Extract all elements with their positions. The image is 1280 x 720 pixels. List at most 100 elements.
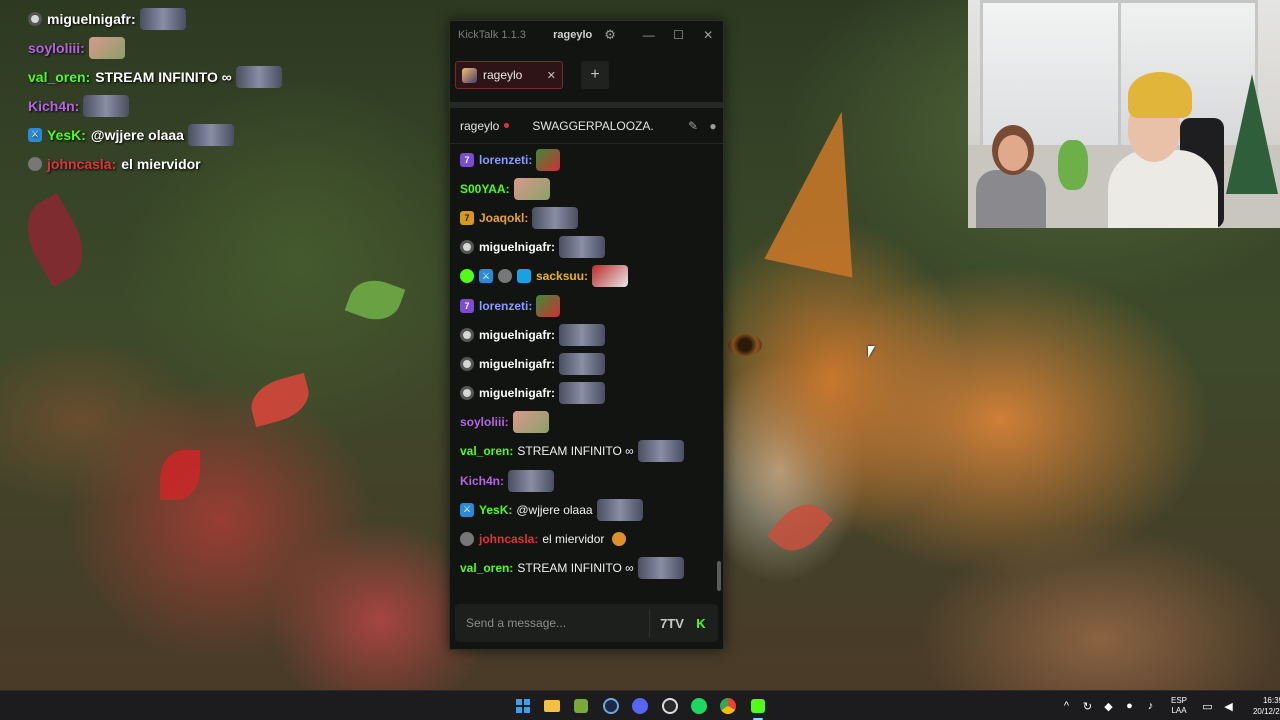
emote-image [508, 469, 555, 492]
plus-icon: + [590, 66, 600, 83]
chat-message[interactable]: 7 lorenzeti: [450, 291, 718, 320]
chat-message[interactable]: val_oren: STREAM INFINITO ∞ [450, 437, 718, 466]
chat-username[interactable]: miguelnigafr: [479, 328, 555, 342]
clock-time: 16:39 [1262, 696, 1280, 705]
user-icon[interactable]: ● [703, 119, 723, 133]
overlay-chat-username: soyloliii: [28, 39, 85, 56]
chat-message[interactable]: S00YAA: [450, 174, 718, 203]
channel-name[interactable]: rageylo [460, 119, 499, 133]
taskbar-discord-button[interactable] [626, 694, 655, 718]
chat-username[interactable]: sacksuu: [536, 269, 588, 283]
chat-username[interactable]: val_oren: [460, 561, 513, 575]
chat-message[interactable]: miguelnigafr: [450, 349, 718, 378]
emote-image [559, 323, 606, 346]
emote-image [536, 294, 561, 317]
taskbar-steam-button[interactable] [596, 694, 625, 718]
microphone-icon[interactable]: ♪ [1140, 700, 1161, 712]
chat-message[interactable]: 7 lorenzeti: [450, 145, 718, 174]
chat-message-list[interactable]: 7 lorenzeti: S00YAA: 7 Joaqokl: miguelnigafr:… [450, 145, 718, 611]
chat-message[interactable]: miguelnigafr: [450, 320, 718, 349]
chat-message[interactable]: ⚔ YesK: @wjjere olaaa [450, 495, 718, 524]
kick-icon [750, 699, 765, 713]
language-indicator[interactable]: ESP LAA [1165, 696, 1193, 716]
taskbar-start-button[interactable] [508, 694, 537, 718]
leaf-shape [160, 450, 200, 500]
grey-badge-icon [460, 532, 474, 547]
chat-message[interactable]: val_oren: STREAM INFINITO ∞ [450, 554, 718, 583]
folder-icon [544, 700, 561, 712]
webcam-person-shape [976, 170, 1046, 228]
emote-image [637, 557, 684, 580]
minimize-icon[interactable]: — [634, 28, 664, 42]
webcam-person-shape [1128, 72, 1192, 118]
channel-avatar [462, 67, 477, 83]
sync-icon[interactable]: ↻ [1077, 700, 1098, 713]
logged-in-username[interactable]: rageylo [553, 29, 592, 41]
stream-overlay-chat: miguelnigafr: soyloliii: val_oren: STREAM I… [28, 4, 348, 178]
chevron-up-icon[interactable]: ^ [1056, 700, 1077, 712]
chat-username[interactable]: miguelnigafr: [479, 240, 555, 254]
overlay-chat-text: STREAM INFINITO ∞ [95, 68, 232, 85]
taskbar-chrome-button[interactable] [714, 694, 743, 718]
chat-scrollbar[interactable] [717, 561, 721, 591]
chat-text: @wjjere olaaa [516, 502, 593, 517]
taskbar-spotify-button[interactable] [684, 694, 713, 718]
settings-gear-icon[interactable]: ⚙ [604, 27, 616, 43]
overlay-chat-line: miguelnigafr: [28, 4, 348, 33]
volume-icon[interactable]: ◀ [1218, 700, 1239, 713]
webcam-person-shape [998, 135, 1028, 171]
app-tray-icon[interactable]: ● [1119, 700, 1140, 712]
pin-icon[interactable]: ✎ [683, 119, 703, 133]
chat-username[interactable]: johncasla: [479, 532, 538, 546]
message-input[interactable] [466, 616, 649, 630]
chat-message[interactable]: Kich4n: [450, 466, 718, 495]
chatroom-tabs: rageylo ✕ + [450, 48, 723, 102]
chat-message[interactable]: 7 Joaqokl: [450, 203, 718, 232]
chat-username[interactable]: soyloliii: [460, 415, 509, 429]
taskbar-file-explorer-button[interactable] [537, 694, 566, 718]
shield-icon[interactable]: ◆ [1098, 700, 1119, 713]
clock[interactable]: 16:39 20/12/2025 [1243, 695, 1280, 717]
emote-image [612, 532, 627, 547]
close-icon[interactable]: ✕ [693, 28, 723, 42]
overlay-chat-username: val_oren: [28, 68, 91, 85]
overlay-chat-username: Kich4n: [28, 97, 80, 114]
obs-icon [661, 698, 678, 714]
chat-message[interactable]: miguelnigafr: [450, 379, 718, 408]
chat-message[interactable]: ⚔ sacksuu: [450, 262, 718, 291]
language-top: ESP [1170, 696, 1187, 705]
taskbar-kick-button[interactable] [743, 694, 772, 720]
add-chatroom-button[interactable]: + [581, 61, 609, 89]
chat-username[interactable]: val_oren: [460, 444, 513, 458]
overlay-chat-line: soyloliii: [28, 33, 348, 62]
tab-close-icon[interactable]: ✕ [547, 69, 556, 82]
taskbar-app-2-button[interactable] [567, 694, 596, 718]
tab-label: rageylo [483, 68, 523, 82]
mod-badge-icon: ⚔ [28, 127, 42, 142]
chat-username[interactable]: YesK: [479, 503, 512, 517]
chat-username[interactable]: lorenzeti: [479, 299, 532, 313]
emote-image [88, 36, 125, 59]
chat-message[interactable]: miguelnigafr: [450, 233, 718, 262]
network-icon[interactable]: ▭ [1197, 700, 1218, 713]
chat-username[interactable]: Joaqokl: [479, 211, 528, 225]
chat-message[interactable]: soyloliii: [450, 408, 718, 437]
fox-ear-shape [764, 102, 886, 278]
emote-image [592, 265, 629, 288]
taskbar-obs-button[interactable] [655, 694, 684, 718]
mod-badge-icon: ⚔ [460, 502, 474, 517]
maximize-icon[interactable]: ☐ [664, 28, 694, 42]
kicktalk-titlebar[interactable]: KickTalk 1.1.3 rageylo ⚙ — ☐ ✕ [450, 21, 723, 48]
system-tray: ^ ↻ ◆ ● ♪ ESP LAA ▭ ◀ 16:39 20/12/2025 ▪ [1056, 691, 1280, 720]
chat-username[interactable]: miguelnigafr: [479, 357, 555, 371]
chat-username[interactable]: S00YAA: [460, 182, 510, 196]
kick-emote-button[interactable]: K [690, 612, 712, 634]
chat-message[interactable]: johncasla: el miervidor [450, 524, 718, 553]
stream-title: SWAGGERPALOOZA. [532, 118, 654, 133]
chat-username[interactable]: lorenzeti: [479, 153, 532, 167]
tab-rageylo[interactable]: rageylo ✕ [455, 61, 563, 89]
7tv-emote-button[interactable]: 7TV [660, 616, 684, 631]
chat-username[interactable]: Kich4n: [460, 474, 504, 488]
mod-badge-icon: ⚔ [479, 269, 493, 284]
chat-username[interactable]: miguelnigafr: [479, 386, 555, 400]
